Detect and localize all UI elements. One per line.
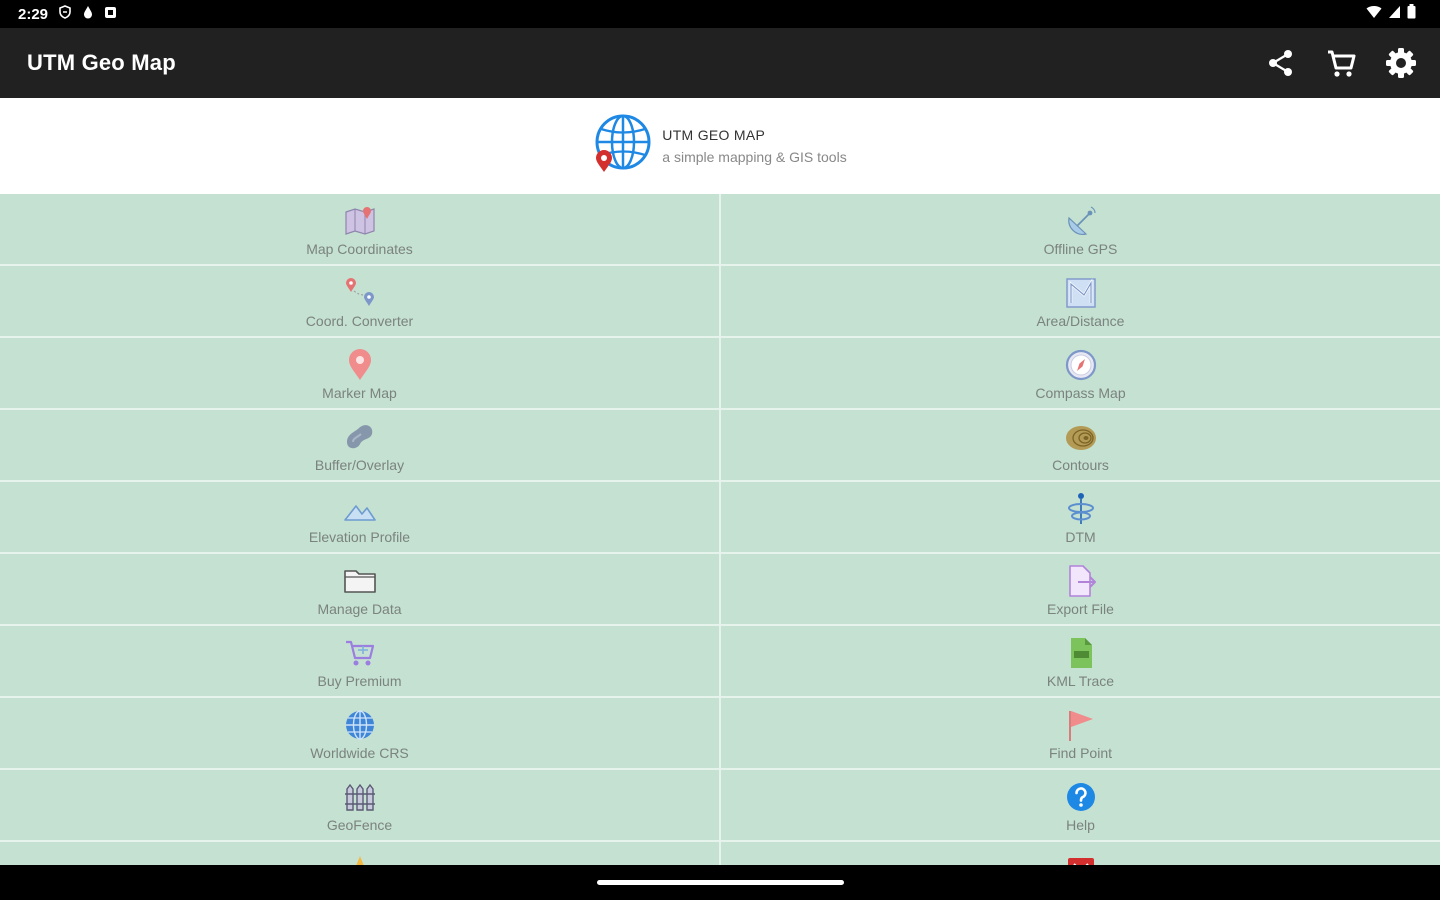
export-file-icon (1064, 564, 1098, 598)
dtm-icon (1064, 492, 1098, 526)
tile-partial-right[interactable] (721, 842, 1440, 865)
brand-title: UTM GEO MAP (662, 127, 766, 143)
tile-label: GeoFence (326, 816, 393, 833)
notification-status-icon (104, 6, 117, 23)
tile-coord-converter[interactable]: Coord. Converter (0, 266, 719, 338)
satellite-dish-icon (1064, 204, 1098, 238)
tile-label: Buffer/Overlay (314, 456, 405, 473)
tile-label: DTM (1065, 528, 1096, 545)
elevation-profile-icon (343, 492, 377, 526)
premium-cart-icon (343, 636, 377, 670)
app-bar: UTM Geo Map (0, 28, 1440, 98)
tile-buy-premium[interactable]: Buy Premium (0, 626, 719, 698)
tile-compass-map[interactable]: Compass Map (721, 338, 1440, 410)
status-bar: 2:29 (0, 0, 1440, 28)
tile-export-file[interactable]: Export File (721, 554, 1440, 626)
tile-dtm[interactable]: DTM (721, 482, 1440, 554)
cart-icon[interactable] (1324, 46, 1358, 80)
share-icon[interactable] (1264, 46, 1298, 80)
tile-label: Export File (1047, 600, 1114, 617)
tile-marker-map[interactable]: Marker Map (0, 338, 719, 410)
tile-label: Worldwide CRS (310, 744, 409, 761)
tile-map-coordinates[interactable]: Map Coordinates (0, 194, 719, 266)
tile-label: Map Coordinates (306, 240, 413, 257)
brand: UTM GEO MAP a simple mapping & GIS tools (592, 114, 847, 179)
feature-grid: Map Coordinates Offline GPS Coord. Conve… (0, 194, 1440, 865)
tile-area-distance[interactable]: Area/Distance (721, 266, 1440, 338)
shield-status-icon (58, 5, 72, 23)
home-gesture-handle[interactable] (597, 880, 844, 885)
buffer-overlay-icon (343, 420, 377, 454)
app-title: UTM Geo Map (27, 50, 176, 75)
flag-icon (1064, 708, 1098, 742)
globe-grid-icon (343, 708, 377, 742)
tile-label: Area/Distance (1036, 312, 1125, 329)
contours-icon (1064, 420, 1098, 454)
tile-label: Elevation Profile (308, 528, 411, 545)
tile-kml-trace[interactable]: KML Trace (721, 626, 1440, 698)
gear-icon[interactable] (1384, 46, 1418, 80)
tile-label: Marker Map (322, 384, 397, 401)
folder-icon (343, 564, 377, 598)
signal-icon (1388, 5, 1401, 24)
battery-icon (1407, 4, 1416, 24)
navigation-bar (0, 865, 1440, 900)
tile-label: Buy Premium (317, 672, 402, 689)
drop-status-icon (82, 5, 94, 23)
tile-buffer-overlay[interactable]: Buffer/Overlay (0, 410, 719, 482)
tile-label: Coord. Converter (305, 312, 414, 329)
red-app-icon (1064, 854, 1098, 865)
tile-contours[interactable]: Contours (721, 410, 1440, 482)
tile-elevation-profile[interactable]: Elevation Profile (0, 482, 719, 554)
tile-geofence[interactable]: GeoFence (0, 770, 719, 842)
help-icon (1064, 780, 1098, 814)
coord-converter-icon (343, 276, 377, 310)
brand-subtitle: a simple mapping & GIS tools (662, 149, 847, 165)
tile-label: Contours (1052, 456, 1109, 473)
tile-label: Help (1066, 816, 1095, 833)
wifi-icon (1366, 5, 1382, 24)
tile-label: KML Trace (1046, 672, 1115, 689)
tile-label: Find Point (1048, 744, 1113, 761)
tile-partial-left[interactable] (0, 842, 719, 865)
tile-manage-data[interactable]: Manage Data (0, 554, 719, 626)
geofence-icon (343, 780, 377, 814)
tile-label: Offline GPS (1043, 240, 1118, 257)
tile-offline-gps[interactable]: Offline GPS (721, 194, 1440, 266)
tile-label: Manage Data (317, 600, 402, 617)
compass-icon (1064, 348, 1098, 382)
kml-file-icon (1064, 636, 1098, 670)
tile-help[interactable]: Help (721, 770, 1440, 842)
status-time: 2:29 (18, 5, 49, 23)
tile-worldwide-crs[interactable]: Worldwide CRS (0, 698, 719, 770)
star-icon (343, 854, 377, 865)
area-distance-icon (1064, 276, 1098, 310)
map-coordinates-icon (343, 204, 377, 238)
app-banner: UTM GEO MAP a simple mapping & GIS tools (0, 98, 1440, 194)
globe-logo-icon (592, 114, 652, 179)
tile-find-point[interactable]: Find Point (721, 698, 1440, 770)
tile-label: Compass Map (1035, 384, 1126, 401)
marker-icon (343, 348, 377, 382)
